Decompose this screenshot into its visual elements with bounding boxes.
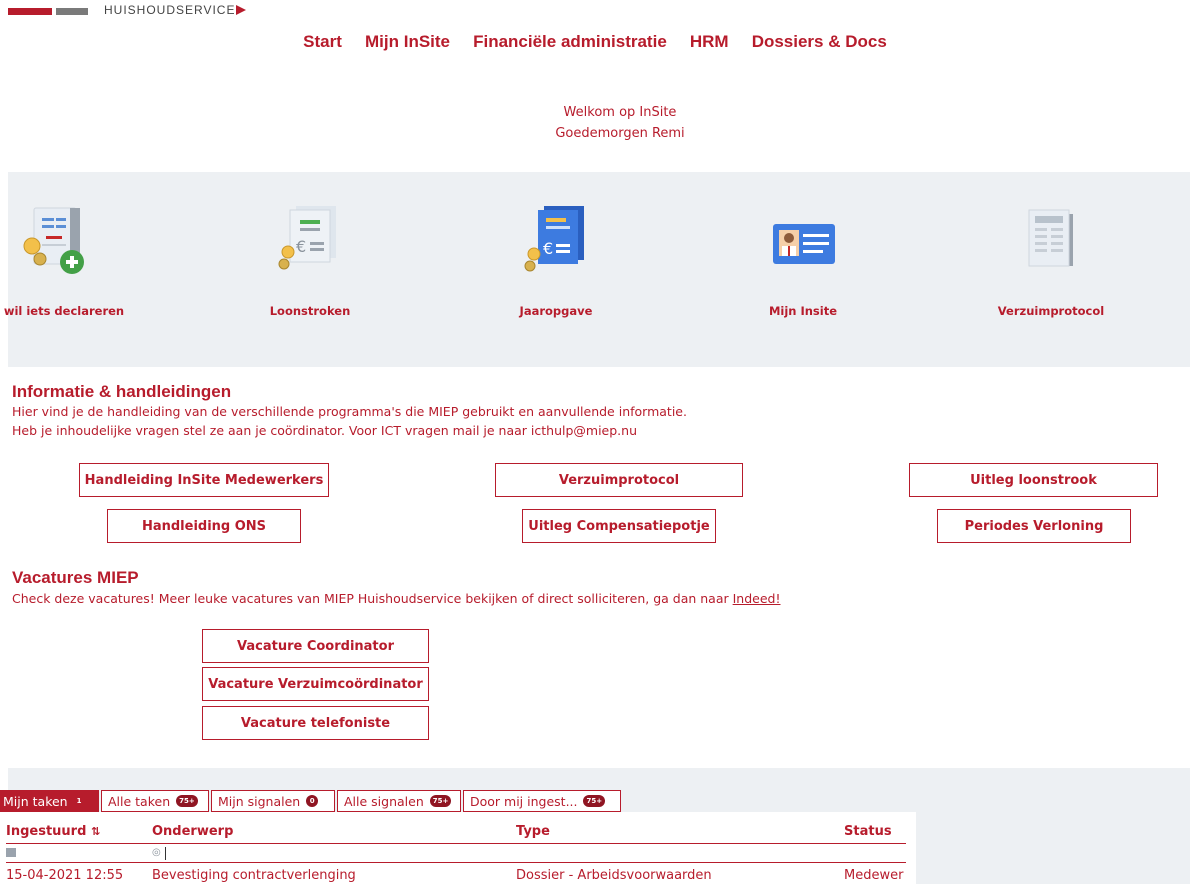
row-date: 15-04-2021 12:55 [6,868,124,883]
nav-hrm[interactable]: HRM [690,32,729,52]
tab-label: Door mij ingest... [470,793,578,809]
verzuimprotocol-button[interactable]: Verzuimprotocol [495,463,743,497]
vacature-coordinator-button[interactable]: Vacature Coordinator [202,629,429,663]
filter-icon[interactable] [6,848,16,857]
nav-dossiers-docs[interactable]: Dossiers & Docs [752,32,887,52]
vacatures-description: Check deze vacatures! Meer leuke vacatur… [12,591,729,606]
tab-label: Alle taken [108,793,171,809]
uitleg-compensatiepotje-button[interactable]: Uitleg Compensatiepotje [522,509,716,543]
tile-loonstroken[interactable]: € Loonstroken [200,172,420,367]
info-line-1: Hier vind je de handleiding van de versc… [12,404,687,419]
tile-label: Loonstroken [269,304,351,318]
vacatures-title: Vacatures MIEP [12,568,139,587]
tab-count-badge: 0 [306,795,319,807]
logo-bar-grey [56,8,88,15]
info-line-2: Heb je inhoudelijke vragen stel ze aan j… [12,423,637,438]
tab-count-badge: 75+ [176,795,198,807]
tile-label: Ik wil iets declareren [0,304,125,318]
row-status: Medewer [844,868,904,883]
column-ingestuurd[interactable]: Ingestuurd ⇅ [6,824,100,839]
tile-label: Verzuimprotocol [997,304,1105,318]
column-onderwerp[interactable]: Onderwerp [152,824,233,839]
tab-alle-taken[interactable]: Alle taken 75+ [101,790,209,812]
nav-financiele-administratie[interactable]: Financiële administratie [473,32,667,52]
tile-mijn-insite[interactable]: Mijn Insite [693,172,913,367]
periodes-verloning-button[interactable]: Periodes Verloning [937,509,1131,543]
search-icon[interactable]: ◎ [152,847,161,858]
grid-filter-row: ◎ [6,845,906,863]
handleiding-ons-button[interactable]: Handleiding ONS [107,509,301,543]
uitleg-loonstrook-button[interactable]: Uitleg loonstrook [909,463,1158,497]
vacature-telefoniste-button[interactable]: Vacature telefoniste [202,706,429,740]
welcome-message: Welkom op InSite Goedemorgen Remi [0,102,1190,144]
logo-arrow-icon [236,5,246,15]
welcome-title: Welkom op InSite [563,105,677,120]
tile-label: Mijn Insite [768,304,838,318]
newspaper-icon [1028,209,1073,267]
tile-jaaropgave[interactable]: € Jaaropgave [446,172,666,367]
payslip-euro-icon: € [278,206,336,270]
tab-label: Mijn taken [3,793,68,809]
tab-count-badge: 1 [76,797,82,805]
logo[interactable]: HUISHOUDSERVICE [0,0,260,18]
tile-label: Jaaropgave [519,304,593,318]
vacature-verzuimcoordinator-button[interactable]: Vacature Verzuimcoördinator [202,667,429,701]
tile-declareren[interactable]: Ik wil iets declareren [0,172,166,367]
row-type: Dossier - Arbeidsvoorwaarden [516,868,712,883]
column-type[interactable]: Type [516,824,550,839]
logo-text: HUISHOUDSERVICE [104,3,236,17]
annual-statement-icon: € [524,206,584,272]
tab-mijn-signalen[interactable]: Mijn signalen 0 [211,790,335,812]
tab-mijn-taken[interactable]: Mijn taken 1 [0,790,99,812]
receipt-add-icon [23,207,84,274]
vacatures-text: Check deze vacatures! Meer leuke vacatur… [12,589,781,608]
handleiding-insite-button[interactable]: Handleiding InSite Medewerkers [79,463,329,497]
tab-label: Alle signalen [344,793,424,809]
column-status[interactable]: Status [844,824,892,839]
info-text: Hier vind je de handleiding van de versc… [12,402,687,440]
svg-text:€: € [296,237,306,256]
indeed-link[interactable]: Indeed! [733,591,781,606]
id-card-icon [773,224,835,264]
tile-verzuimprotocol[interactable]: Verzuimprotocol [941,172,1161,367]
info-title: Informatie & handleidingen [12,382,232,401]
svg-text:€: € [543,239,553,258]
quick-links-panel: Ik wil iets declareren € Loonstroken € J… [0,172,1190,367]
tab-count-badge: 75+ [429,795,452,807]
main-nav: Start Mijn InSite Financiële administrat… [0,32,1190,52]
nav-start[interactable]: Start [303,32,342,52]
column-label: Ingestuurd [6,824,87,839]
tab-door-mij-ingestuurd[interactable]: Door mij ingest... 75+ [463,790,621,812]
greeting: Goedemorgen Remi [555,126,685,141]
table-row[interactable]: 15-04-2021 12:55 Bevestiging contractver… [6,866,906,884]
tab-alle-signalen[interactable]: Alle signalen 75+ [337,790,461,812]
task-grid: Ingestuurd ⇅ Onderwerp Type Status ◎ 15-… [6,812,916,884]
filter-input-cursor[interactable] [165,847,166,860]
nav-mijn-insite[interactable]: Mijn InSite [365,32,450,52]
tab-count-badge: 75+ [583,795,606,807]
row-subject: Bevestiging contractverlenging [152,868,356,883]
sort-icon[interactable]: ⇅ [91,825,100,838]
grid-header: Ingestuurd ⇅ Onderwerp Type Status [6,822,906,844]
logo-bar [8,8,52,15]
tab-label: Mijn signalen [218,793,301,809]
